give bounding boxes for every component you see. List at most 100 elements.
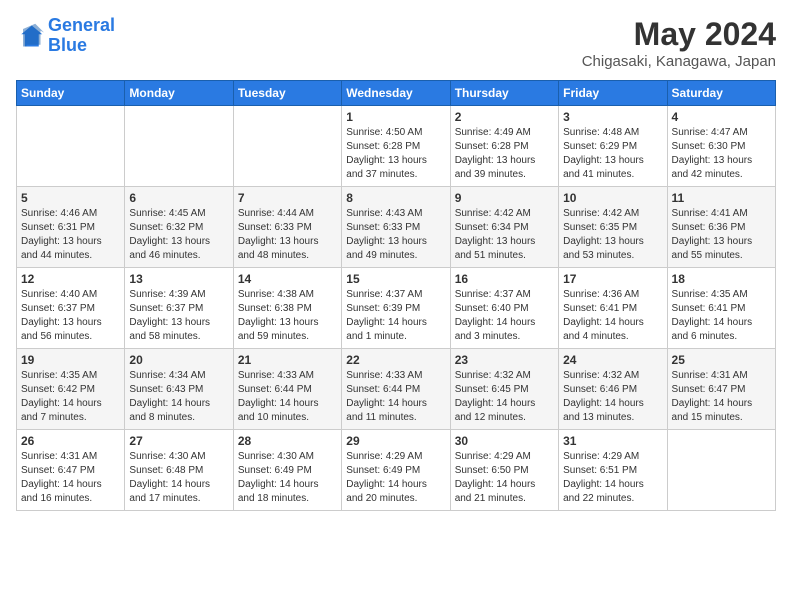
day-number: 17	[563, 272, 662, 286]
day-header-saturday: Saturday	[667, 81, 775, 106]
day-number: 13	[129, 272, 228, 286]
logo-icon	[16, 22, 44, 50]
day-info: Sunrise: 4:46 AM Sunset: 6:31 PM Dayligh…	[21, 207, 120, 263]
week-row-1: 1Sunrise: 4:50 AM Sunset: 6:28 PM Daylig…	[17, 106, 776, 187]
day-number: 3	[563, 110, 662, 124]
day-info: Sunrise: 4:32 AM Sunset: 6:46 PM Dayligh…	[563, 369, 662, 425]
day-info: Sunrise: 4:44 AM Sunset: 6:33 PM Dayligh…	[238, 207, 337, 263]
calendar-cell: 4 Sunrise: 4:47 AM Sunset: 6:30 PM Daylig…	[667, 106, 775, 187]
calendar-cell: 22Sunrise: 4:33 AM Sunset: 6:44 PM Dayli…	[342, 349, 450, 430]
calendar-cell: 17 Sunrise: 4:36 AM Sunset: 6:41 PM Dayli…	[559, 268, 667, 349]
day-info: Sunrise: 4:29 AM Sunset: 6:51 PM Dayligh…	[563, 450, 662, 506]
title-block: May 2024 Chigasaki, Kanagawa, Japan	[582, 16, 776, 70]
day-number: 9	[455, 191, 554, 205]
day-info: Sunrise: 4:32 AM Sunset: 6:45 PM Dayligh…	[455, 369, 554, 425]
day-number: 21	[238, 353, 337, 367]
logo-general: General	[48, 15, 115, 35]
week-row-4: 19 Sunrise: 4:35 AM Sunset: 6:42 PM Dayli…	[17, 349, 776, 430]
day-info: Sunrise: 4:37 AM Sunset: 6:39 PM Dayligh…	[346, 288, 445, 344]
day-number: 7	[238, 191, 337, 205]
calendar-table: SundayMondayTuesdayWednesdayThursdayFrid…	[16, 80, 776, 511]
day-info: Sunrise: 4:47 AM Sunset: 6:30 PM Dayligh…	[672, 126, 771, 182]
day-number: 16	[455, 272, 554, 286]
calendar-header: SundayMondayTuesdayWednesdayThursdayFrid…	[17, 81, 776, 106]
calendar-cell: 28Sunrise: 4:30 AM Sunset: 6:49 PM Dayli…	[233, 430, 341, 511]
location-subtitle: Chigasaki, Kanagawa, Japan	[582, 53, 776, 70]
calendar-cell	[17, 106, 125, 187]
day-number: 31	[563, 434, 662, 448]
day-number: 14	[238, 272, 337, 286]
calendar-cell: 18 Sunrise: 4:35 AM Sunset: 6:41 PM Dayli…	[667, 268, 775, 349]
calendar-cell	[233, 106, 341, 187]
day-info: Sunrise: 4:34 AM Sunset: 6:43 PM Dayligh…	[129, 369, 228, 425]
day-info: Sunrise: 4:33 AM Sunset: 6:44 PM Dayligh…	[238, 369, 337, 425]
day-header-friday: Friday	[559, 81, 667, 106]
day-info: Sunrise: 4:35 AM Sunset: 6:41 PM Dayligh…	[672, 288, 771, 344]
day-info: Sunrise: 4:42 AM Sunset: 6:35 PM Dayligh…	[563, 207, 662, 263]
day-info: Sunrise: 4:30 AM Sunset: 6:48 PM Dayligh…	[129, 450, 228, 506]
day-number: 2	[455, 110, 554, 124]
week-row-5: 26Sunrise: 4:31 AM Sunset: 6:47 PM Dayli…	[17, 430, 776, 511]
day-info: Sunrise: 4:40 AM Sunset: 6:37 PM Dayligh…	[21, 288, 120, 344]
day-header-sunday: Sunday	[17, 81, 125, 106]
day-number: 22	[346, 353, 445, 367]
day-info: Sunrise: 4:43 AM Sunset: 6:33 PM Dayligh…	[346, 207, 445, 263]
calendar-cell: 8 Sunrise: 4:43 AM Sunset: 6:33 PM Daylig…	[342, 187, 450, 268]
calendar-cell: 3 Sunrise: 4:48 AM Sunset: 6:29 PM Daylig…	[559, 106, 667, 187]
day-info: Sunrise: 4:30 AM Sunset: 6:49 PM Dayligh…	[238, 450, 337, 506]
day-number: 27	[129, 434, 228, 448]
day-info: Sunrise: 4:42 AM Sunset: 6:34 PM Dayligh…	[455, 207, 554, 263]
calendar-cell: 2 Sunrise: 4:49 AM Sunset: 6:28 PM Daylig…	[450, 106, 558, 187]
calendar-cell	[667, 430, 775, 511]
day-number: 23	[455, 353, 554, 367]
day-number: 6	[129, 191, 228, 205]
calendar-cell: 26Sunrise: 4:31 AM Sunset: 6:47 PM Dayli…	[17, 430, 125, 511]
day-info: Sunrise: 4:29 AM Sunset: 6:50 PM Dayligh…	[455, 450, 554, 506]
day-info: Sunrise: 4:31 AM Sunset: 6:47 PM Dayligh…	[672, 369, 771, 425]
day-header-wednesday: Wednesday	[342, 81, 450, 106]
day-number: 25	[672, 353, 771, 367]
calendar-cell: 19 Sunrise: 4:35 AM Sunset: 6:42 PM Dayli…	[17, 349, 125, 430]
day-info: Sunrise: 4:35 AM Sunset: 6:42 PM Dayligh…	[21, 369, 120, 425]
calendar-cell: 9 Sunrise: 4:42 AM Sunset: 6:34 PM Daylig…	[450, 187, 558, 268]
day-number: 10	[563, 191, 662, 205]
day-info: Sunrise: 4:36 AM Sunset: 6:41 PM Dayligh…	[563, 288, 662, 344]
day-info: Sunrise: 4:29 AM Sunset: 6:49 PM Dayligh…	[346, 450, 445, 506]
calendar-cell: 21 Sunrise: 4:33 AM Sunset: 6:44 PM Dayli…	[233, 349, 341, 430]
day-info: Sunrise: 4:49 AM Sunset: 6:28 PM Dayligh…	[455, 126, 554, 182]
day-number: 1	[346, 110, 445, 124]
day-header-row: SundayMondayTuesdayWednesdayThursdayFrid…	[17, 81, 776, 106]
calendar-cell: 24Sunrise: 4:32 AM Sunset: 6:46 PM Dayli…	[559, 349, 667, 430]
day-number: 15	[346, 272, 445, 286]
calendar-cell: 10 Sunrise: 4:42 AM Sunset: 6:35 PM Dayli…	[559, 187, 667, 268]
calendar-cell: 25 Sunrise: 4:31 AM Sunset: 6:47 PM Dayli…	[667, 349, 775, 430]
calendar-cell	[125, 106, 233, 187]
calendar-body: 1Sunrise: 4:50 AM Sunset: 6:28 PM Daylig…	[17, 106, 776, 511]
day-header-monday: Monday	[125, 81, 233, 106]
calendar-cell: 29 Sunrise: 4:29 AM Sunset: 6:49 PM Dayli…	[342, 430, 450, 511]
logo-blue: Blue	[48, 35, 87, 55]
day-number: 19	[21, 353, 120, 367]
day-number: 8	[346, 191, 445, 205]
calendar-cell: 7 Sunrise: 4:44 AM Sunset: 6:33 PM Daylig…	[233, 187, 341, 268]
day-info: Sunrise: 4:31 AM Sunset: 6:47 PM Dayligh…	[21, 450, 120, 506]
logo: General Blue	[16, 16, 115, 56]
day-info: Sunrise: 4:48 AM Sunset: 6:29 PM Dayligh…	[563, 126, 662, 182]
day-number: 12	[21, 272, 120, 286]
day-info: Sunrise: 4:37 AM Sunset: 6:40 PM Dayligh…	[455, 288, 554, 344]
day-header-thursday: Thursday	[450, 81, 558, 106]
calendar-cell: 11Sunrise: 4:41 AM Sunset: 6:36 PM Dayli…	[667, 187, 775, 268]
month-title: May 2024	[582, 16, 776, 53]
logo-text: General Blue	[48, 16, 115, 56]
page-header: General Blue May 2024 Chigasaki, Kanagaw…	[16, 16, 776, 70]
calendar-cell: 16 Sunrise: 4:37 AM Sunset: 6:40 PM Dayli…	[450, 268, 558, 349]
day-header-tuesday: Tuesday	[233, 81, 341, 106]
calendar-cell: 30 Sunrise: 4:29 AM Sunset: 6:50 PM Dayli…	[450, 430, 558, 511]
day-number: 29	[346, 434, 445, 448]
day-number: 18	[672, 272, 771, 286]
calendar-cell: 23 Sunrise: 4:32 AM Sunset: 6:45 PM Dayli…	[450, 349, 558, 430]
day-info: Sunrise: 4:38 AM Sunset: 6:38 PM Dayligh…	[238, 288, 337, 344]
day-number: 30	[455, 434, 554, 448]
day-info: Sunrise: 4:39 AM Sunset: 6:37 PM Dayligh…	[129, 288, 228, 344]
day-number: 4	[672, 110, 771, 124]
